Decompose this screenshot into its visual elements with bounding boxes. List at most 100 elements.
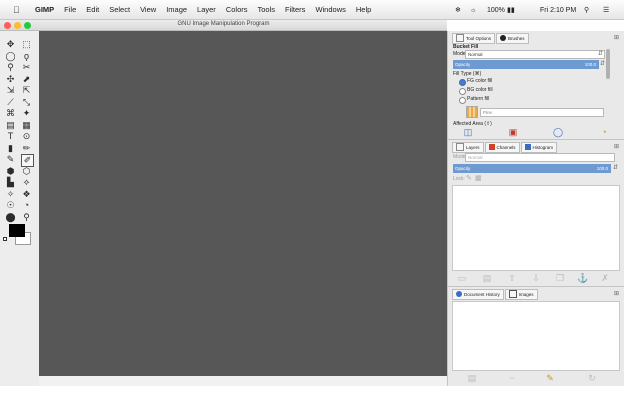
scissors-tool-icon[interactable]: ✂	[21, 62, 32, 73]
layers-list[interactable]	[452, 185, 620, 271]
bg-fill-radio[interactable]	[459, 88, 466, 95]
ellipse-select-tool-icon[interactable]: ◯	[5, 51, 16, 62]
zoom-2-tool-icon[interactable]: ⚲	[21, 212, 32, 223]
horizontal-scrollbar[interactable]	[39, 376, 447, 386]
cage-tool-icon[interactable]: ⊙	[21, 131, 32, 142]
color-picker-tool-icon[interactable]: ⇲	[5, 85, 16, 96]
pattern-preview[interactable]	[466, 106, 478, 118]
smudge-tool-icon[interactable]: ◔	[21, 200, 32, 211]
fuzzy-select-tool-icon[interactable]: ⚲	[5, 62, 16, 73]
zoom-tool-icon[interactable]: ⇱	[21, 85, 32, 96]
clear-history-icon[interactable]: ✎	[544, 373, 556, 384]
menu-file[interactable]: File	[64, 5, 76, 14]
menu-colors[interactable]: Colors	[226, 5, 248, 14]
panel-divider-2	[448, 286, 624, 287]
remove-entry-icon[interactable]: −	[506, 373, 518, 384]
menu-image[interactable]: Image	[166, 5, 187, 14]
anchor-layer-icon[interactable]: ⚓	[577, 273, 589, 284]
dodge-tool-icon[interactable]: ⬤	[5, 212, 16, 223]
menu-filters[interactable]: Filters	[285, 5, 305, 14]
tab-histogram-label: Histogram	[532, 144, 554, 150]
tool-options-tabbar: Tool Options Brushes	[452, 32, 530, 44]
lower-layer-icon[interactable]: ⇩	[530, 273, 542, 284]
lock-pixels-icon[interactable]: ✎	[466, 174, 472, 182]
tab-channels[interactable]: Channels	[484, 141, 520, 153]
paintbrush-tool-icon[interactable]: ⬡	[21, 166, 32, 177]
menu-windows[interactable]: Windows	[315, 5, 345, 14]
foreground-select-tool-icon[interactable]: ✣	[5, 74, 16, 85]
dock-menu-icon[interactable]: ⊞	[614, 34, 619, 41]
layers-tabbar: Layers Channels Histogram	[452, 141, 558, 153]
tool-options-scrollbar[interactable]	[606, 49, 610, 79]
menu-app-gimp[interactable]: GIMP	[35, 5, 54, 14]
tab-images[interactable]: Images	[504, 288, 538, 300]
shear-tool-icon[interactable]: ▤	[5, 120, 16, 131]
menu-tools[interactable]: Tools	[258, 5, 276, 14]
opacity-spin-icon[interactable]: ⇵	[600, 60, 605, 67]
clock[interactable]: Fri 2:10 PM	[540, 0, 576, 20]
reset-tool-options-icon[interactable]: ◔	[598, 127, 610, 138]
fg-fill-radio[interactable]	[459, 79, 466, 86]
menu-edit[interactable]: Edit	[86, 5, 99, 14]
menu-view[interactable]: View	[140, 5, 156, 14]
menu-layer[interactable]: Layer	[197, 5, 216, 14]
rotate-tool-icon[interactable]: ⌘	[5, 108, 16, 119]
perspective-tool-icon[interactable]: ▦	[21, 120, 32, 131]
history-dock-menu-icon[interactable]: ⊞	[614, 290, 619, 297]
raise-layer-icon[interactable]: ⇧	[506, 273, 518, 284]
wifi-icon[interactable]: ☼	[470, 0, 476, 20]
document-history-list[interactable]	[452, 301, 620, 371]
layers-mode-select[interactable]: Normal	[465, 153, 615, 162]
battery-icon[interactable]: ▮▮	[507, 0, 515, 20]
layers-opacity-spin-icon[interactable]: ⇵	[613, 164, 618, 171]
tab-layers[interactable]: Layers	[452, 141, 484, 153]
refresh-history-icon[interactable]: ↻	[586, 373, 598, 384]
tab-histogram[interactable]: Histogram	[520, 141, 558, 153]
scale-tool-icon[interactable]: ✦	[21, 108, 32, 119]
new-layer-group-icon[interactable]: ▤	[481, 273, 493, 284]
eraser-tool-icon[interactable]: ▙	[5, 177, 16, 188]
duplicate-layer-icon[interactable]: ❐	[554, 273, 566, 284]
free-select-tool-icon[interactable]: ϙ	[21, 51, 32, 62]
pencil-tool-icon[interactable]: ⬢	[5, 166, 16, 177]
measure-tool-icon[interactable]: ⟋	[5, 97, 16, 108]
foreground-color-swatch[interactable]	[9, 224, 25, 237]
notification-center-icon[interactable]: ☰	[603, 0, 609, 20]
text-tool-icon[interactable]: ✏	[21, 143, 32, 154]
mode-select[interactable]: Normal	[465, 50, 605, 59]
lock-alpha-icon[interactable]: ▦	[475, 174, 482, 182]
delete-tool-options-icon[interactable]: ◯	[552, 127, 564, 138]
new-layer-icon[interactable]: ▭	[456, 273, 468, 284]
warp-tool-icon[interactable]: ▮	[5, 143, 16, 154]
delete-layer-icon[interactable]: ✗	[599, 273, 611, 284]
layers-dock-menu-icon[interactable]: ⊞	[614, 143, 619, 150]
menu-select[interactable]: Select	[109, 5, 130, 14]
window-title-bar: GNU Image Manipulation Program	[0, 20, 447, 31]
tab-tool-options[interactable]: Tool Options	[452, 32, 496, 44]
tab-document-history[interactable]: Document History	[452, 288, 504, 300]
paths-tool-icon[interactable]: ⬈	[21, 74, 32, 85]
dropbox-icon[interactable]: ❄	[455, 0, 461, 20]
ink-tool-icon[interactable]: ✧	[5, 189, 16, 200]
bucket-fill-tool-icon[interactable]: ✎	[5, 154, 16, 165]
tab-brushes[interactable]: Brushes	[496, 32, 529, 44]
open-document-icon[interactable]: ▤	[466, 373, 478, 384]
pattern-fill-radio[interactable]	[459, 97, 466, 104]
save-tool-options-icon[interactable]: ◫	[462, 127, 474, 138]
rect-select-tool-icon[interactable]: ⬚	[21, 39, 32, 50]
flip-tool-icon[interactable]: T	[5, 131, 16, 142]
restore-tool-options-icon[interactable]: ▣	[507, 127, 519, 138]
spotlight-search-icon[interactable]: ⚲	[584, 0, 589, 20]
crop-tool-icon[interactable]: ⤡	[21, 97, 32, 108]
default-colors-icon[interactable]	[3, 237, 7, 241]
apple-icon[interactable]: 	[13, 5, 23, 15]
move-tool-icon[interactable]: ✥	[5, 39, 16, 50]
airbrush-tool-icon[interactable]: ⟡	[21, 177, 32, 188]
clone-tool-icon[interactable]: ❖	[21, 189, 32, 200]
layers-opacity-slider[interactable]: Opacity 100.0	[453, 164, 611, 173]
menu-help[interactable]: Help	[356, 5, 371, 14]
layers-icon	[456, 143, 464, 152]
heal-tool-icon[interactable]: ☉	[5, 200, 16, 211]
image-canvas[interactable]	[39, 31, 447, 376]
opacity-slider[interactable]: Opacity 100.0	[453, 60, 599, 69]
